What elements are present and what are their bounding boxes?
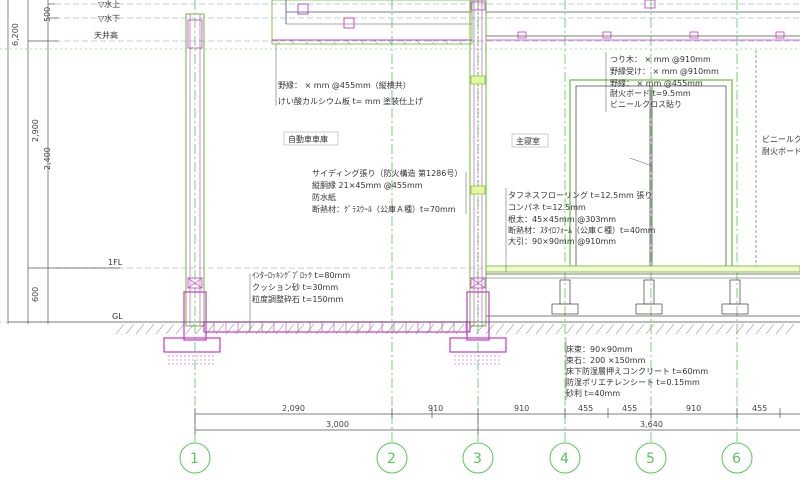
- level-label-ceiling: 天井高: [94, 30, 118, 40]
- ground-hatch-stroke: [515, 323, 525, 335]
- dim-vertical-500: 500: [43, 7, 52, 22]
- ground-hatch-stroke: [705, 323, 715, 335]
- note-under-floor-3: 床下防湿層押えコンクリート t=60mm: [566, 366, 708, 376]
- ground-hatch-stroke: [635, 323, 645, 335]
- note-garage-wall-2: 縦胴縁 21×45mm @455mm: [312, 180, 423, 190]
- room-label-main: 主寝室: [516, 136, 540, 146]
- grid-axis-label-6: 6: [732, 451, 741, 467]
- dim-455-b: 455: [622, 404, 637, 413]
- note-garage-ceiling-2: けい酸カルシウム板 t= mm 塗装仕上げ: [278, 96, 423, 106]
- ground-hatch-stroke: [115, 323, 125, 335]
- note-under-floor-4: 防湿ポリエチレンシート t=0.15mm: [566, 377, 700, 387]
- dim-vertical-6200: 6,200: [11, 23, 20, 46]
- ground-hatch-stroke: [645, 323, 655, 335]
- room-label-garage: 自動車車庫: [288, 134, 328, 144]
- note-right-edge-2: 耐火ボード: [762, 146, 800, 156]
- ground-hatch-stroke: [565, 323, 575, 335]
- ground-hatch-stroke: [785, 323, 795, 335]
- note-room-ceiling-4: 耐火ボード t=9.5mm: [610, 88, 691, 98]
- ground-hatch-stroke: [695, 323, 705, 335]
- ground-hatch-stroke: [155, 323, 165, 335]
- level-label-ground: GL: [112, 312, 123, 321]
- ground-hatch-stroke: [165, 323, 175, 335]
- note-right-edge-1: ビニールク: [762, 135, 800, 144]
- note-room-floor-1: タフネスフローリング t=12.5mm 張り: [508, 190, 652, 200]
- ground-hatch-stroke: [725, 323, 735, 335]
- dim-910-b: 910: [514, 404, 529, 413]
- ground-hatch-stroke: [625, 323, 635, 335]
- note-garage-wall-4: 断熱材：ｸﾞﾗｽｳｰﾙ（公庫Ａ種）t=70mm: [312, 204, 456, 214]
- note-garage-wall-1: サイディング張り（防火構造 第1286号）: [312, 168, 462, 178]
- note-room-floor-2: コンパネ t=12.5mm: [508, 203, 586, 212]
- ground-hatch-stroke: [525, 323, 535, 335]
- garage-ceiling: [271, 0, 473, 45]
- grid-axis-label-1: 1: [190, 451, 199, 467]
- foundation-hatch: [168, 355, 502, 365]
- ground-hatch-stroke: [755, 323, 765, 335]
- ground-hatch-stroke: [175, 323, 185, 335]
- grid-axis-label-5: 5: [646, 451, 655, 467]
- room-ceiling: [486, 0, 800, 41]
- ground-hatch-stroke: [775, 323, 785, 335]
- ground-hatch-stroke: [125, 323, 135, 335]
- ground-hatch-stroke: [765, 323, 775, 335]
- note-garage-floor-1: ｲﾝﾀｰﾛｯｷﾝｸﾞﾌﾞﾛｯｸ t=80mm: [252, 271, 350, 280]
- note-room-ceiling-2: 野縁受け： × mm @910mm: [610, 66, 719, 76]
- ground-hatch-stroke: [675, 323, 685, 335]
- ground-hatch-stroke: [715, 323, 725, 335]
- dim-vertical-600: 600: [31, 287, 40, 302]
- ground-hatch-stroke: [615, 323, 625, 335]
- dim-910-a: 910: [428, 404, 443, 413]
- ground-hatch-stroke: [495, 323, 505, 335]
- dim-910-c: 910: [686, 404, 701, 413]
- room-floor: [485, 265, 800, 317]
- ground-hatch-stroke: [585, 323, 595, 335]
- ground-hatch-stroke: [655, 323, 665, 335]
- grid-axis-label-4: 4: [560, 451, 569, 467]
- ground-hatch-stroke: [605, 323, 615, 335]
- note-garage-ceiling-1: 野縁： × mm @455mm（縦横共）: [278, 80, 411, 90]
- note-room-floor-5: 大引：90×90mm @910mm: [508, 236, 616, 246]
- note-under-floor-2: 束石：200 ×150mm: [566, 356, 646, 365]
- grid-axis-label-2: 2: [387, 451, 396, 467]
- vertical-dimension-lines: [7, 0, 120, 324]
- ground-hatch-stroke: [575, 323, 585, 335]
- dim-3000: 3,000: [326, 420, 349, 429]
- note-garage-floor-2: クッション砂 t=30mm: [252, 282, 338, 292]
- dim-455-c: 455: [752, 404, 767, 413]
- dim-455-a: 455: [578, 404, 593, 413]
- note-room-floor-3: 根太：45×45mm @303mm: [508, 214, 616, 224]
- ground-hatch-stroke: [685, 323, 695, 335]
- level-label-first-floor: 1FL: [108, 258, 123, 267]
- note-under-floor-5: 砂利 t=40mm: [566, 388, 620, 398]
- note-under-floor-1: 床束：90×90mm: [566, 344, 633, 354]
- ground-hatch-stroke: [505, 323, 515, 335]
- section-drawing: ▽水上 ▽水下 天井高 1FL GL 500 6,200 2,900 2,400…: [0, 0, 800, 474]
- ground-hatch-stroke: [665, 323, 675, 335]
- ground-hatch-stroke: [485, 323, 495, 335]
- note-garage-floor-3: 粒度調整砕石 t=150mm: [252, 294, 343, 304]
- note-garage-wall-3: 防水紙: [312, 192, 336, 202]
- grid-axis-bubbles: [179, 442, 753, 474]
- ground-hatch-stroke: [555, 323, 565, 335]
- note-room-ceiling-3: 野縁： × mm @455mm: [610, 78, 703, 88]
- level-label-water-top: ▽水上: [98, 0, 120, 9]
- note-room-floor-4: 断熱材：ｽﾀｲﾛﾌｫｰﾑ（公庫Ｃ種）t=40mm: [508, 225, 656, 235]
- ground-hatch-stroke: [145, 323, 155, 335]
- grid-axis-label-3: 3: [473, 451, 482, 467]
- ground-hatch-stroke: [745, 323, 755, 335]
- ground-hatch-stroke: [535, 323, 545, 335]
- ground-hatch-stroke: [545, 323, 555, 335]
- dim-vertical-2900: 2,900: [31, 119, 40, 142]
- ground-hatch-stroke: [595, 323, 605, 335]
- ground-hatch-stroke: [135, 323, 145, 335]
- note-room-ceiling-5: ビニールクロス貼り: [610, 99, 682, 109]
- note-room-ceiling-1: つり木： × mm @910mm: [610, 54, 711, 64]
- garage-slab: [203, 321, 471, 333]
- level-label-water-bottom: ▽水下: [98, 13, 120, 23]
- dim-vertical-2400: 2,400: [43, 147, 52, 170]
- dim-3640: 3,640: [640, 420, 663, 429]
- dim-2090: 2,090: [282, 404, 305, 413]
